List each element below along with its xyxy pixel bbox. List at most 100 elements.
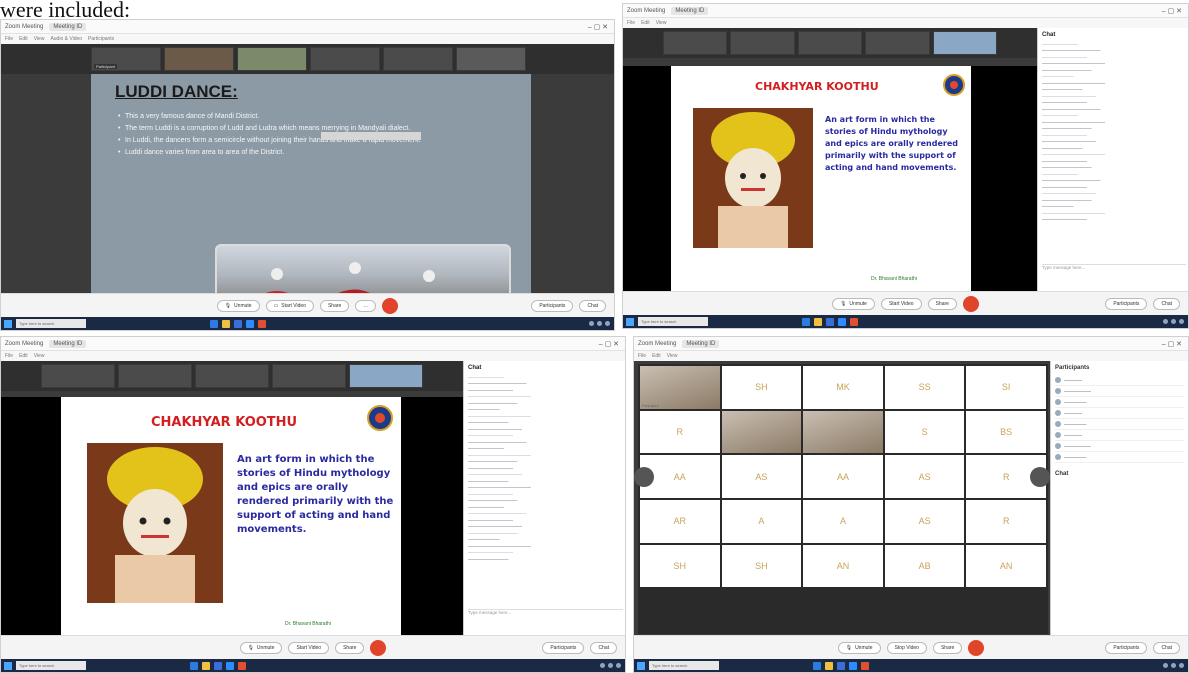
chat-button[interactable]: Chat bbox=[590, 642, 617, 654]
share-button[interactable]: Share bbox=[319, 299, 350, 312]
video-thumbnail[interactable] bbox=[865, 31, 930, 55]
menu-view[interactable]: View bbox=[656, 20, 667, 26]
previous-page-arrow[interactable] bbox=[634, 467, 654, 487]
zoom-icon[interactable] bbox=[849, 661, 857, 670]
video-tile[interactable]: R bbox=[640, 410, 720, 454]
browser-icon[interactable] bbox=[802, 317, 810, 326]
video-thumbnail[interactable] bbox=[41, 364, 115, 388]
video-thumbnail[interactable] bbox=[164, 47, 234, 71]
participant-row[interactable]: ————— bbox=[1055, 419, 1184, 430]
menu-edit[interactable]: Edit bbox=[19, 36, 28, 42]
end-call-button[interactable] bbox=[968, 639, 985, 656]
start-video-button[interactable]: Start Video bbox=[288, 641, 330, 654]
video-tile[interactable]: S bbox=[884, 410, 965, 454]
end-call-button[interactable] bbox=[962, 295, 979, 312]
video-thumbnail[interactable] bbox=[349, 364, 423, 388]
video-tile[interactable]: BS bbox=[966, 410, 1046, 454]
menu-file[interactable]: File bbox=[5, 353, 13, 359]
word-icon[interactable] bbox=[234, 319, 242, 328]
video-tile[interactable]: AA bbox=[803, 455, 883, 498]
participant-row[interactable]: ————— bbox=[1055, 452, 1184, 463]
participant-row[interactable]: —————— bbox=[1055, 386, 1184, 397]
video-thumbnail[interactable] bbox=[663, 31, 728, 55]
zoom-icon[interactable] bbox=[246, 319, 254, 328]
participants-button[interactable]: Participants bbox=[542, 642, 585, 654]
chat-button[interactable]: Chat bbox=[579, 300, 606, 312]
browser-icon[interactable] bbox=[813, 661, 821, 670]
word-icon[interactable] bbox=[214, 661, 222, 670]
chat-input[interactable]: Type message here... bbox=[468, 609, 623, 623]
participant-row[interactable]: ———— bbox=[1055, 408, 1184, 419]
video-thumbnail[interactable] bbox=[730, 31, 795, 55]
share-button[interactable]: Share bbox=[932, 641, 963, 654]
start-icon[interactable] bbox=[637, 661, 645, 670]
window-controls[interactable]: – ▢ ✕ bbox=[1162, 340, 1188, 348]
browser-icon[interactable] bbox=[210, 319, 218, 328]
video-thumbnail[interactable] bbox=[237, 47, 307, 71]
menu-edit[interactable]: Edit bbox=[641, 20, 650, 26]
menu-audio-video[interactable]: Audio & Video bbox=[50, 36, 82, 42]
menu-file[interactable]: File bbox=[638, 353, 646, 359]
start-icon[interactable] bbox=[626, 317, 634, 326]
menu-view[interactable]: View bbox=[34, 353, 45, 359]
zoom-icon[interactable] bbox=[838, 317, 846, 326]
folder-icon[interactable] bbox=[814, 317, 822, 326]
participant-row[interactable]: ———— bbox=[1055, 430, 1184, 441]
video-tile[interactable]: A bbox=[721, 500, 802, 543]
unmute-button[interactable]: 🎙 Unmute bbox=[832, 297, 875, 310]
share-button[interactable]: Share bbox=[335, 641, 365, 654]
participant-row[interactable]: —————— bbox=[1055, 441, 1184, 452]
video-thumbnail[interactable] bbox=[383, 47, 453, 71]
share-button[interactable]: Share bbox=[927, 297, 957, 310]
video-thumbnail[interactable] bbox=[932, 31, 998, 55]
menu-edit[interactable]: Edit bbox=[19, 353, 28, 359]
meeting-tab[interactable]: Meeting ID bbox=[682, 339, 720, 348]
unmute-button[interactable]: 🎙 Unmute bbox=[216, 299, 260, 312]
menu-view[interactable]: View bbox=[34, 36, 45, 42]
video-thumbnail[interactable] bbox=[310, 47, 380, 71]
video-tile[interactable]: AS bbox=[884, 500, 965, 543]
video-tile[interactable]: AR bbox=[640, 500, 720, 543]
window-controls[interactable]: – ▢ ✕ bbox=[588, 23, 614, 31]
video-thumbnail[interactable]: Participant bbox=[91, 47, 161, 71]
end-call-button[interactable] bbox=[370, 639, 387, 656]
chat-input[interactable]: Type message here... bbox=[1042, 264, 1186, 278]
chat-button[interactable]: Chat bbox=[1153, 642, 1180, 654]
video-tile[interactable] bbox=[803, 410, 883, 454]
video-tile[interactable]: SH bbox=[721, 366, 802, 409]
video-tile[interactable]: A bbox=[803, 500, 883, 543]
video-thumbnail[interactable] bbox=[456, 47, 526, 71]
stop-video-button[interactable]: Stop Video bbox=[886, 641, 927, 654]
video-tile[interactable]: SH bbox=[640, 544, 720, 588]
powerpoint-icon[interactable] bbox=[258, 319, 266, 328]
meeting-tab[interactable]: Meeting ID bbox=[49, 339, 87, 348]
video-tile[interactable]: AN bbox=[803, 544, 883, 588]
folder-icon[interactable] bbox=[202, 661, 210, 670]
window-controls[interactable]: – ▢ ✕ bbox=[599, 340, 625, 348]
powerpoint-icon[interactable] bbox=[238, 661, 246, 670]
participants-button[interactable]: Participants bbox=[531, 300, 574, 312]
menu-edit[interactable]: Edit bbox=[652, 353, 661, 359]
menu-file[interactable]: File bbox=[5, 36, 13, 42]
start-icon[interactable] bbox=[4, 319, 12, 328]
menu-view[interactable]: View bbox=[667, 353, 678, 359]
video-tile[interactable]: SH bbox=[721, 544, 802, 588]
video-thumbnail[interactable] bbox=[195, 364, 269, 388]
more-button[interactable]: … bbox=[355, 299, 377, 312]
participant-row[interactable]: ———— bbox=[1055, 375, 1184, 386]
video-tile[interactable]: SS bbox=[884, 366, 965, 409]
video-thumbnail[interactable] bbox=[118, 364, 192, 388]
video-tile[interactable]: AS bbox=[884, 455, 965, 498]
next-page-arrow[interactable] bbox=[1030, 467, 1050, 487]
folder-icon[interactable] bbox=[222, 319, 230, 328]
video-tile[interactable]: AB bbox=[884, 544, 965, 588]
video-tile[interactable]: R bbox=[966, 500, 1046, 543]
participants-button[interactable]: Participants bbox=[1105, 298, 1148, 310]
start-video-button[interactable]: Start Video bbox=[880, 297, 922, 310]
taskbar-search[interactable]: Type here to search bbox=[649, 661, 719, 670]
meeting-tab[interactable]: Meeting ID bbox=[49, 22, 87, 31]
participant-row[interactable]: ————— bbox=[1055, 397, 1184, 408]
powerpoint-icon[interactable] bbox=[850, 317, 858, 326]
taskbar-search[interactable]: Type here to search bbox=[16, 661, 86, 670]
participants-button[interactable]: Participants bbox=[1105, 642, 1148, 654]
